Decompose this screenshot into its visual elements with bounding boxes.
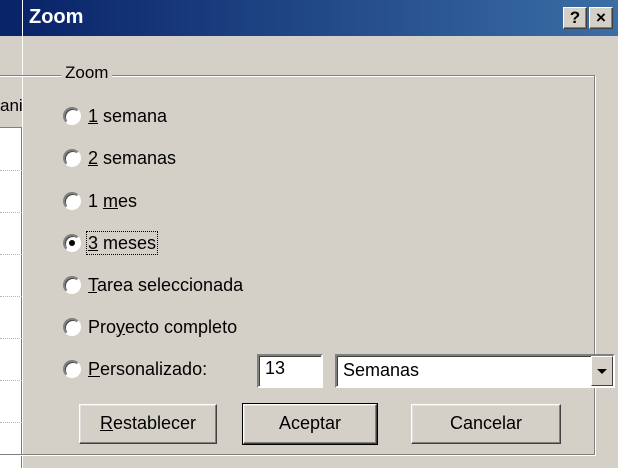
radio-button-selected[interactable] [63, 234, 81, 252]
radio-button[interactable] [63, 107, 81, 125]
radio-button[interactable] [63, 318, 81, 336]
cancel-button[interactable]: Cancelar [411, 404, 561, 444]
reset-button[interactable]: Restablecer [79, 404, 217, 444]
radio-button[interactable] [63, 192, 81, 210]
option-2-semanas[interactable]: 2 semanas [63, 145, 177, 171]
option-1-semana[interactable]: 1 semana [63, 103, 168, 129]
radio-button[interactable] [63, 360, 81, 378]
background-titlebar [0, 0, 22, 36]
option-1-mes[interactable]: 1 mes [63, 188, 138, 214]
dialog-title: Zoom [29, 6, 84, 28]
option-label[interactable]: 1 semana [87, 105, 168, 127]
help-button[interactable]: ? [563, 7, 587, 29]
chevron-down-icon[interactable] [591, 356, 613, 386]
zoom-groupbox [0, 75, 595, 455]
custom-number-input[interactable]: 13 [257, 354, 323, 388]
select-value: Semanas [343, 360, 420, 380]
custom-unit-select[interactable]: Semanas [335, 354, 615, 388]
dialog-titlebar[interactable]: Zoom ? × [23, 0, 618, 36]
zoom-dialog: Zoom ? × Zoom 1 semana 2 semanas 1 mes 3… [0, 0, 618, 468]
ok-button[interactable]: Aceptar [242, 403, 378, 445]
option-label[interactable]: Personalizado: [87, 358, 208, 380]
option-3-meses[interactable]: 3 meses [63, 230, 159, 256]
option-personalizado[interactable]: Personalizado: [63, 356, 208, 382]
option-proyecto-completo[interactable]: Proyecto completo [63, 314, 238, 340]
option-label[interactable]: 1 mes [87, 190, 138, 212]
option-label[interactable]: 3 meses [85, 231, 159, 255]
option-label[interactable]: Tarea seleccionada [87, 274, 244, 296]
option-tarea-seleccionada[interactable]: Tarea seleccionada [63, 272, 244, 298]
groupbox-legend: Zoom [61, 63, 113, 83]
option-label[interactable]: 2 semanas [87, 147, 177, 169]
radio-button[interactable] [63, 149, 81, 167]
option-label[interactable]: Proyecto completo [87, 316, 238, 338]
close-button[interactable]: × [589, 7, 613, 29]
radio-button[interactable] [63, 276, 81, 294]
